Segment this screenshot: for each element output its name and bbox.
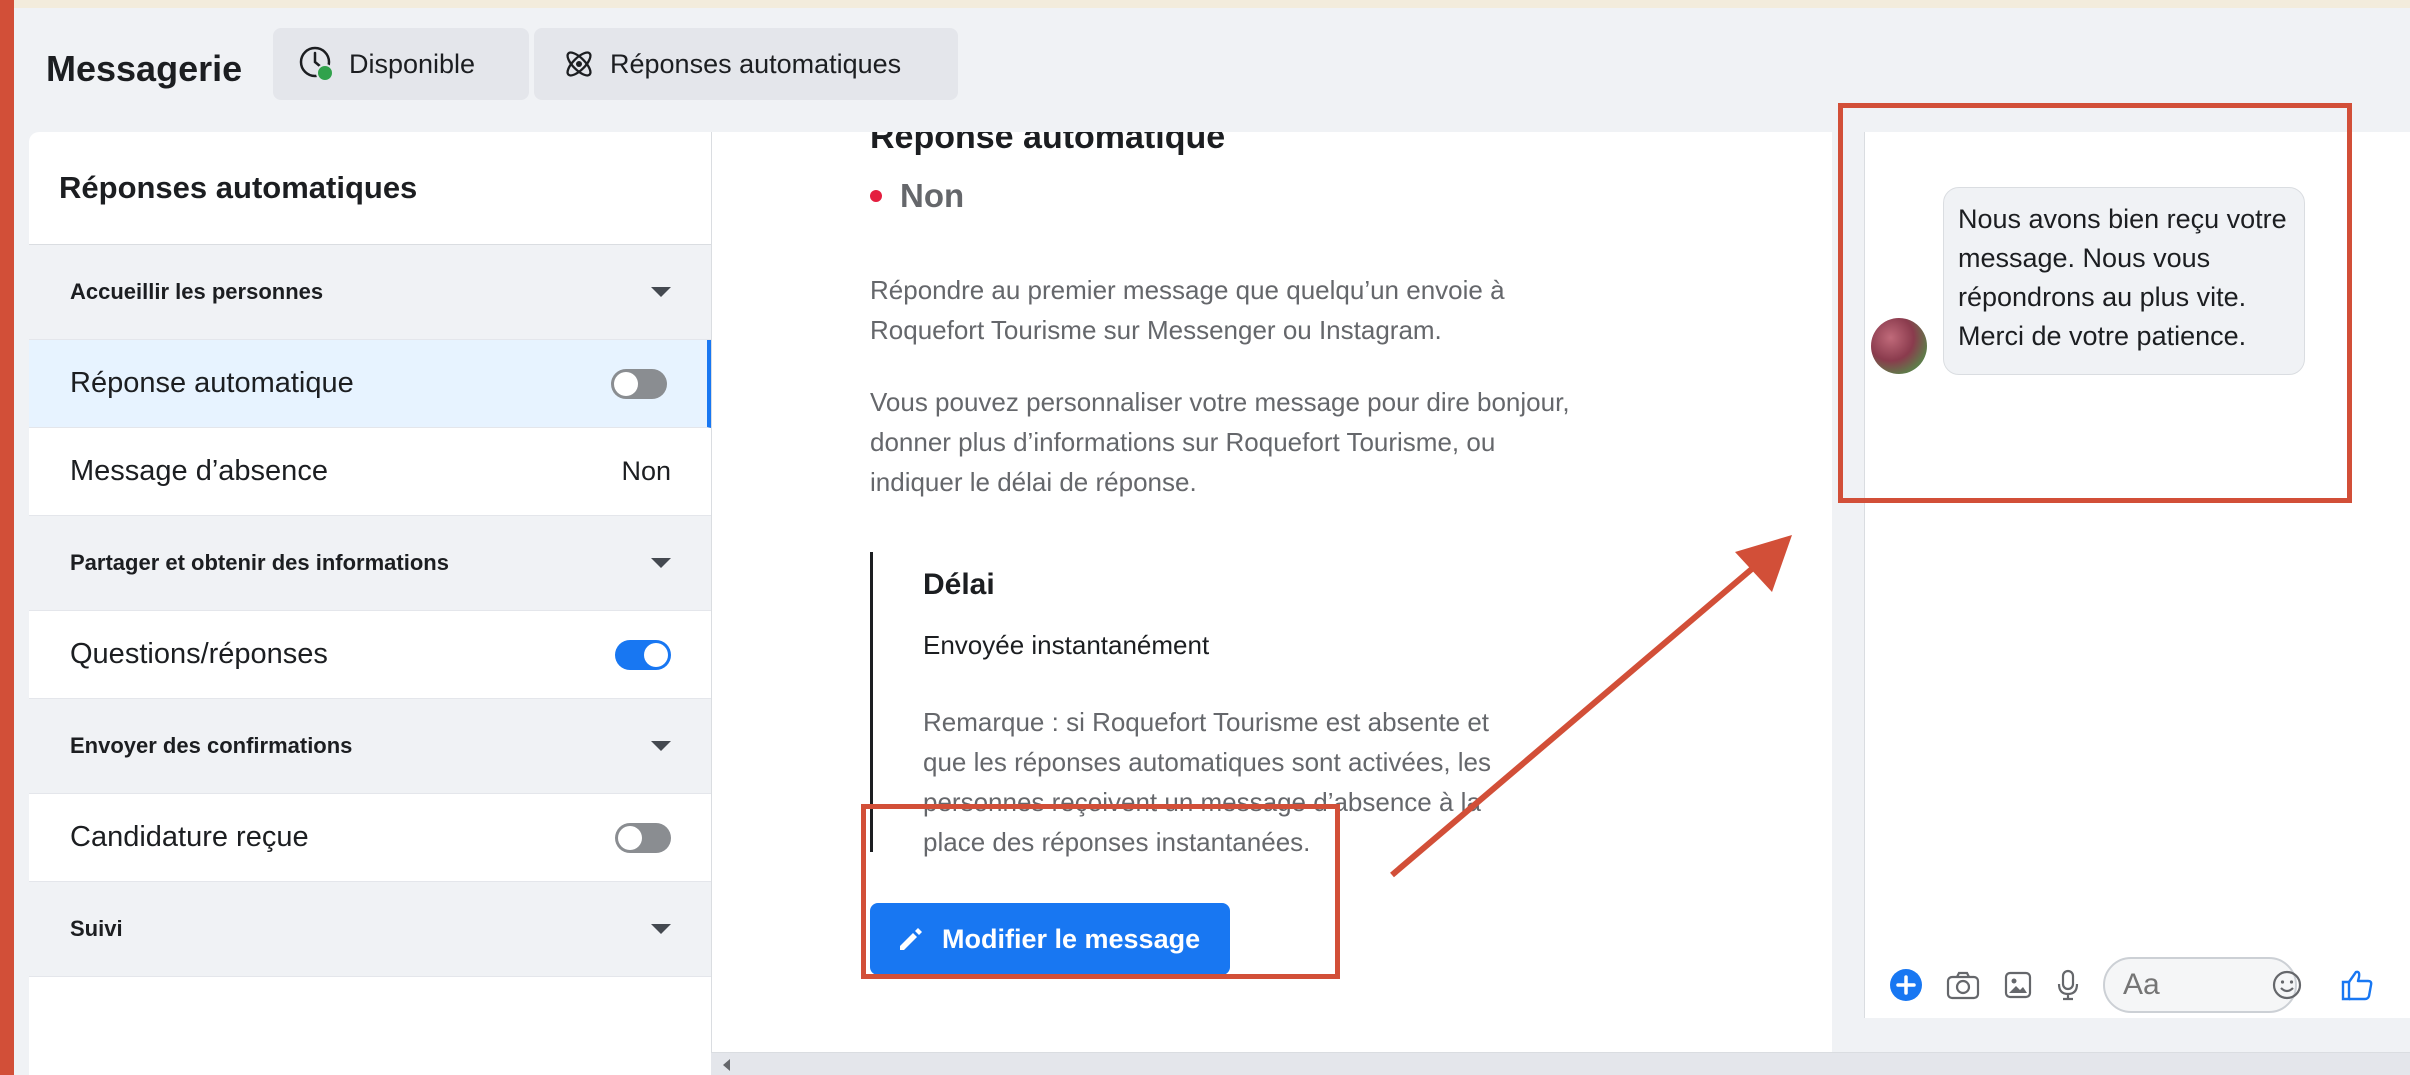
away-message-value: Non (621, 456, 671, 486)
auto-reply-toggle[interactable] (611, 368, 667, 399)
atom-icon (566, 51, 592, 77)
edit-message-label: Modifier le message (942, 923, 1201, 954)
page-avatar (1871, 318, 1927, 374)
detail-title: Réponse automatique (870, 132, 1226, 156)
plus-icon[interactable] (1889, 968, 1923, 1002)
scroll-left-arrow-icon[interactable] (723, 1059, 730, 1071)
sidebar-item-auto-reply[interactable]: Réponse automatique (29, 340, 711, 428)
sidebar-section-confirmations[interactable]: Envoyer des confirmations (29, 699, 711, 794)
sidebar: Réponses automatiques Accueillir les per… (29, 132, 711, 1075)
delay-block: Délai Envoyée instantanément Remarque : … (870, 552, 1510, 857)
sidebar-item-label: Candidature reçue (70, 821, 309, 853)
message-input[interactable] (2103, 957, 2297, 1013)
sidebar-item-away-message[interactable]: Message d’absence Non (29, 428, 711, 516)
sidebar-item-faq[interactable]: Questions/réponses (29, 611, 711, 699)
status-dot-icon (870, 190, 882, 202)
description-paragraph: Répondre au premier message que quelqu’u… (870, 275, 1505, 345)
sidebar-section-label: Suivi (70, 916, 123, 941)
edit-message-button[interactable]: Modifier le message (870, 903, 1230, 975)
frame-left-border (0, 0, 14, 1075)
delay-note: Remarque : si Roquefort Tourisme est abs… (923, 707, 1492, 857)
preview-message-bubble: Nous avons bien reçu votre message. Nous… (1943, 187, 2305, 375)
top-bar: Messagerie Disponible Réponses automatiq… (14, 8, 2410, 126)
frame-top-border (0, 0, 2410, 8)
emoji-icon[interactable] (2271, 969, 2303, 1006)
caret-down-icon (651, 558, 671, 568)
page-title: Messagerie (46, 48, 243, 89)
auto-replies-button[interactable]: Réponses automatiques (534, 28, 958, 100)
availability-button[interactable]: Disponible (273, 28, 529, 100)
application-received-toggle[interactable] (615, 822, 671, 853)
caret-down-icon (651, 741, 671, 751)
delay-value: Envoyée instantanément (923, 630, 1210, 660)
availability-label: Disponible (349, 48, 476, 79)
message-input-wrap (2103, 957, 2317, 1013)
sidebar-item-label: Questions/réponses (70, 638, 328, 670)
detail-status: Non (870, 177, 964, 215)
caret-down-icon (651, 287, 671, 297)
status-text: Non (900, 177, 965, 214)
microphone-icon[interactable] (2055, 968, 2081, 1002)
message-preview-panel: Nous avons bien reçu votre message. Nous… (1864, 132, 2410, 1018)
description-paragraph: Vous pouvez personnaliser votre message … (870, 387, 1570, 497)
settings-detail-panel: Réponse automatique Non Répondre au prem… (711, 132, 1832, 1052)
image-icon[interactable] (2003, 970, 2033, 1000)
camera-icon[interactable] (1945, 969, 1981, 1001)
sidebar-section-label: Partager et obtenir des informations (70, 550, 449, 575)
caret-down-icon (651, 924, 671, 934)
message-composer (1865, 950, 2410, 1020)
pencil-icon (900, 928, 922, 950)
sidebar-section-share-info[interactable]: Partager et obtenir des informations (29, 516, 711, 611)
sidebar-title: Réponses automatiques (29, 132, 711, 245)
auto-replies-label: Réponses automatiques (610, 48, 902, 79)
sidebar-item-label: Réponse automatique (70, 367, 354, 399)
sidebar-section-follow-up[interactable]: Suivi (29, 882, 711, 977)
sidebar-item-label: Message d’absence (70, 455, 328, 487)
sidebar-section-label: Accueillir les personnes (70, 279, 324, 304)
sidebar-section-welcome[interactable]: Accueillir les personnes (29, 245, 711, 340)
sidebar-section-label: Envoyer des confirmations (70, 733, 353, 758)
thumbs-up-icon[interactable] (2339, 968, 2375, 1002)
sidebar-item-application-received[interactable]: Candidature reçue (29, 794, 711, 882)
clock-status-icon (299, 46, 334, 82)
horizontal-scrollbar[interactable] (711, 1052, 2410, 1075)
delay-title: Délai (923, 568, 995, 601)
faq-toggle[interactable] (615, 639, 671, 670)
